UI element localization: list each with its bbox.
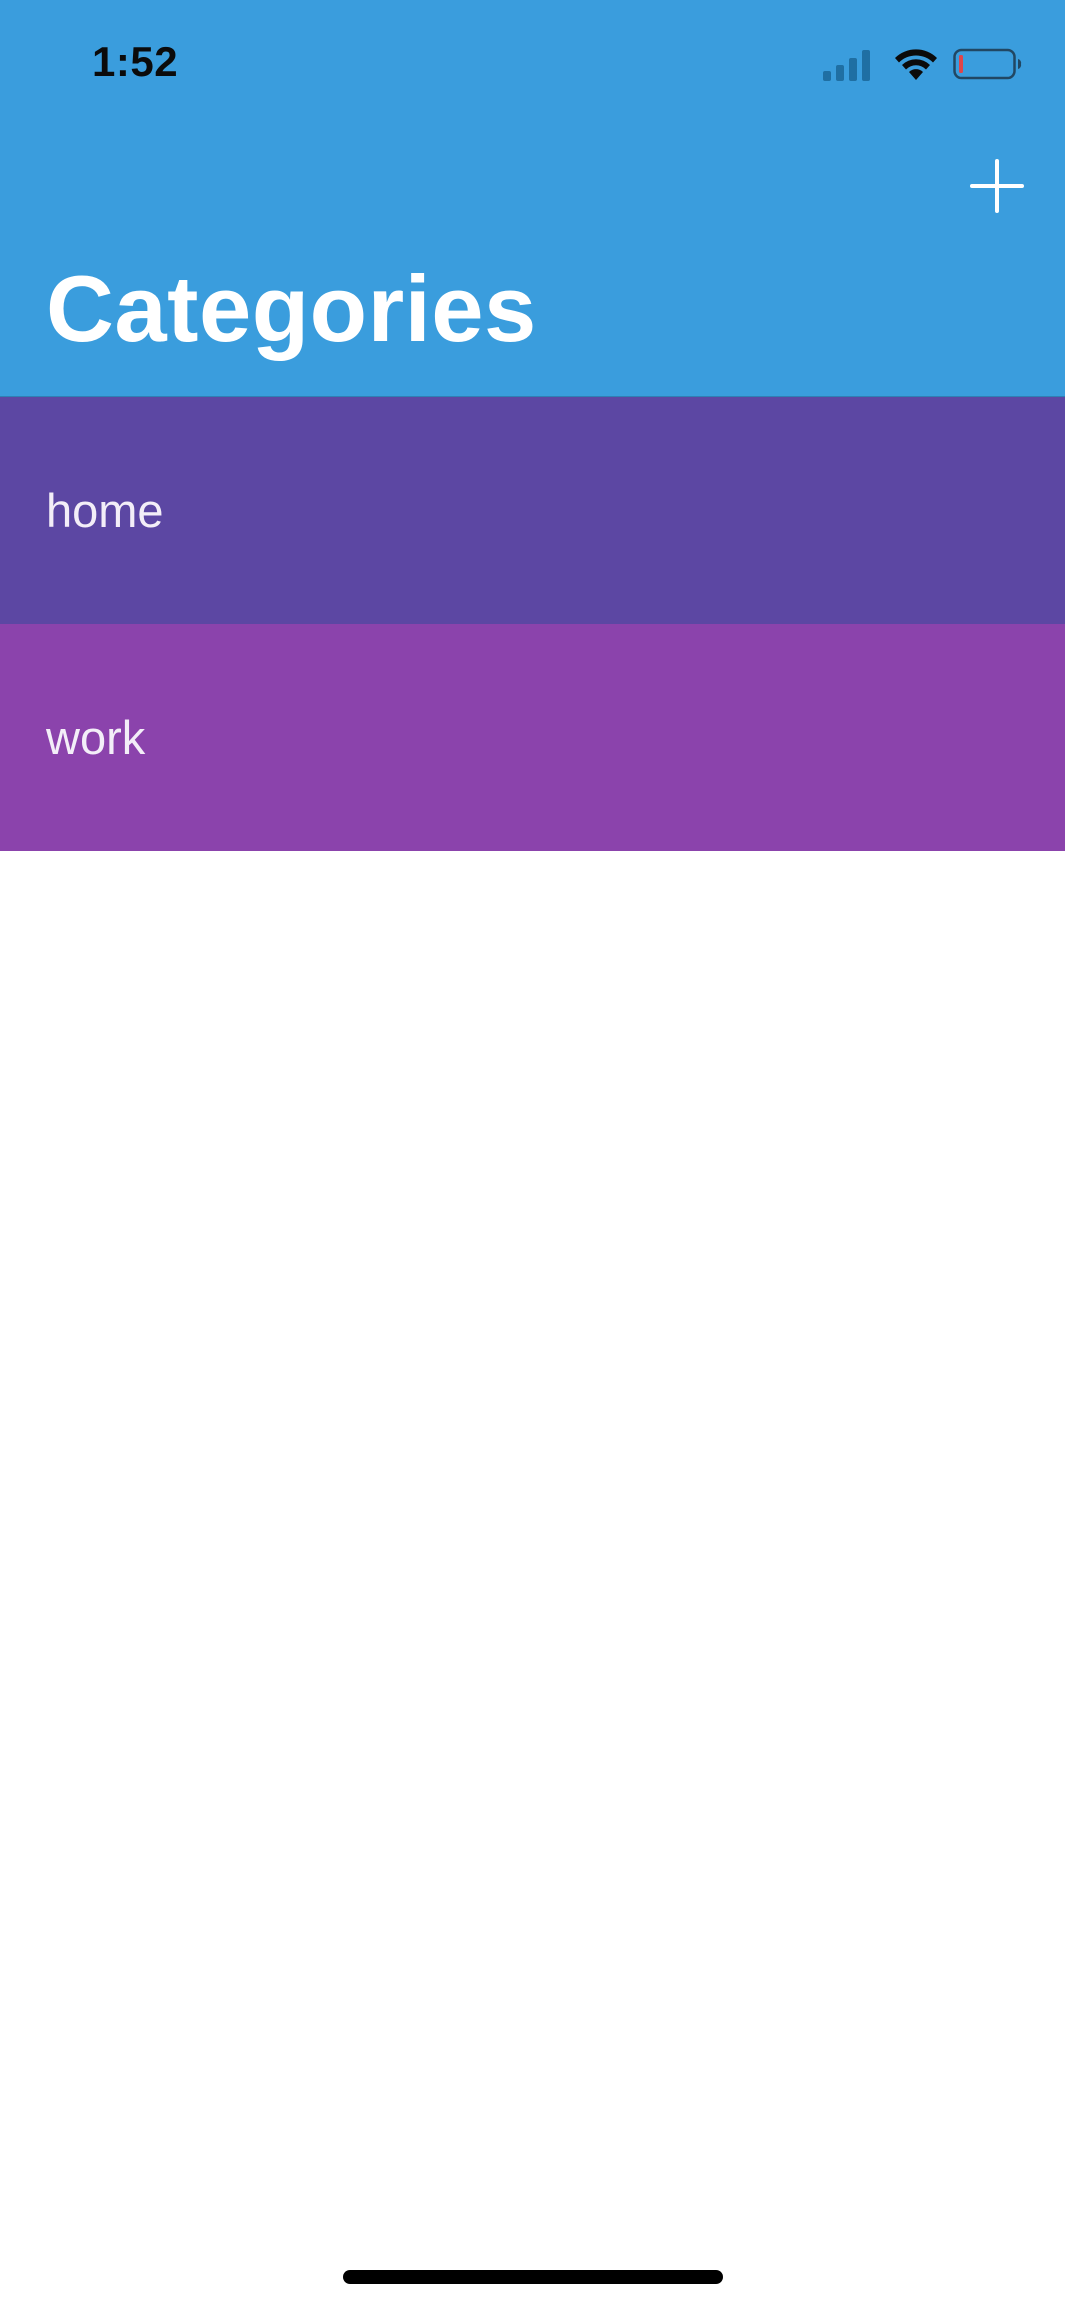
page-title: Categories bbox=[46, 256, 537, 361]
category-item-work[interactable]: work bbox=[0, 624, 1065, 851]
status-icons bbox=[823, 46, 1023, 82]
wifi-icon bbox=[895, 49, 937, 80]
category-label: home bbox=[46, 484, 164, 537]
cellular-signal-icon bbox=[823, 50, 870, 81]
home-indicator[interactable] bbox=[343, 2270, 723, 2284]
add-category-button[interactable] bbox=[969, 158, 1025, 214]
nav-header: 1:52 Categories bbox=[0, 0, 1065, 397]
categories-screen: 1:52 Categories home work bbox=[0, 0, 1065, 2306]
battery-low-icon bbox=[953, 48, 1022, 80]
status-time: 1:52 bbox=[92, 38, 179, 85]
category-label: work bbox=[46, 711, 146, 764]
category-item-home[interactable]: home bbox=[0, 397, 1065, 624]
category-list: home work bbox=[0, 397, 1065, 851]
